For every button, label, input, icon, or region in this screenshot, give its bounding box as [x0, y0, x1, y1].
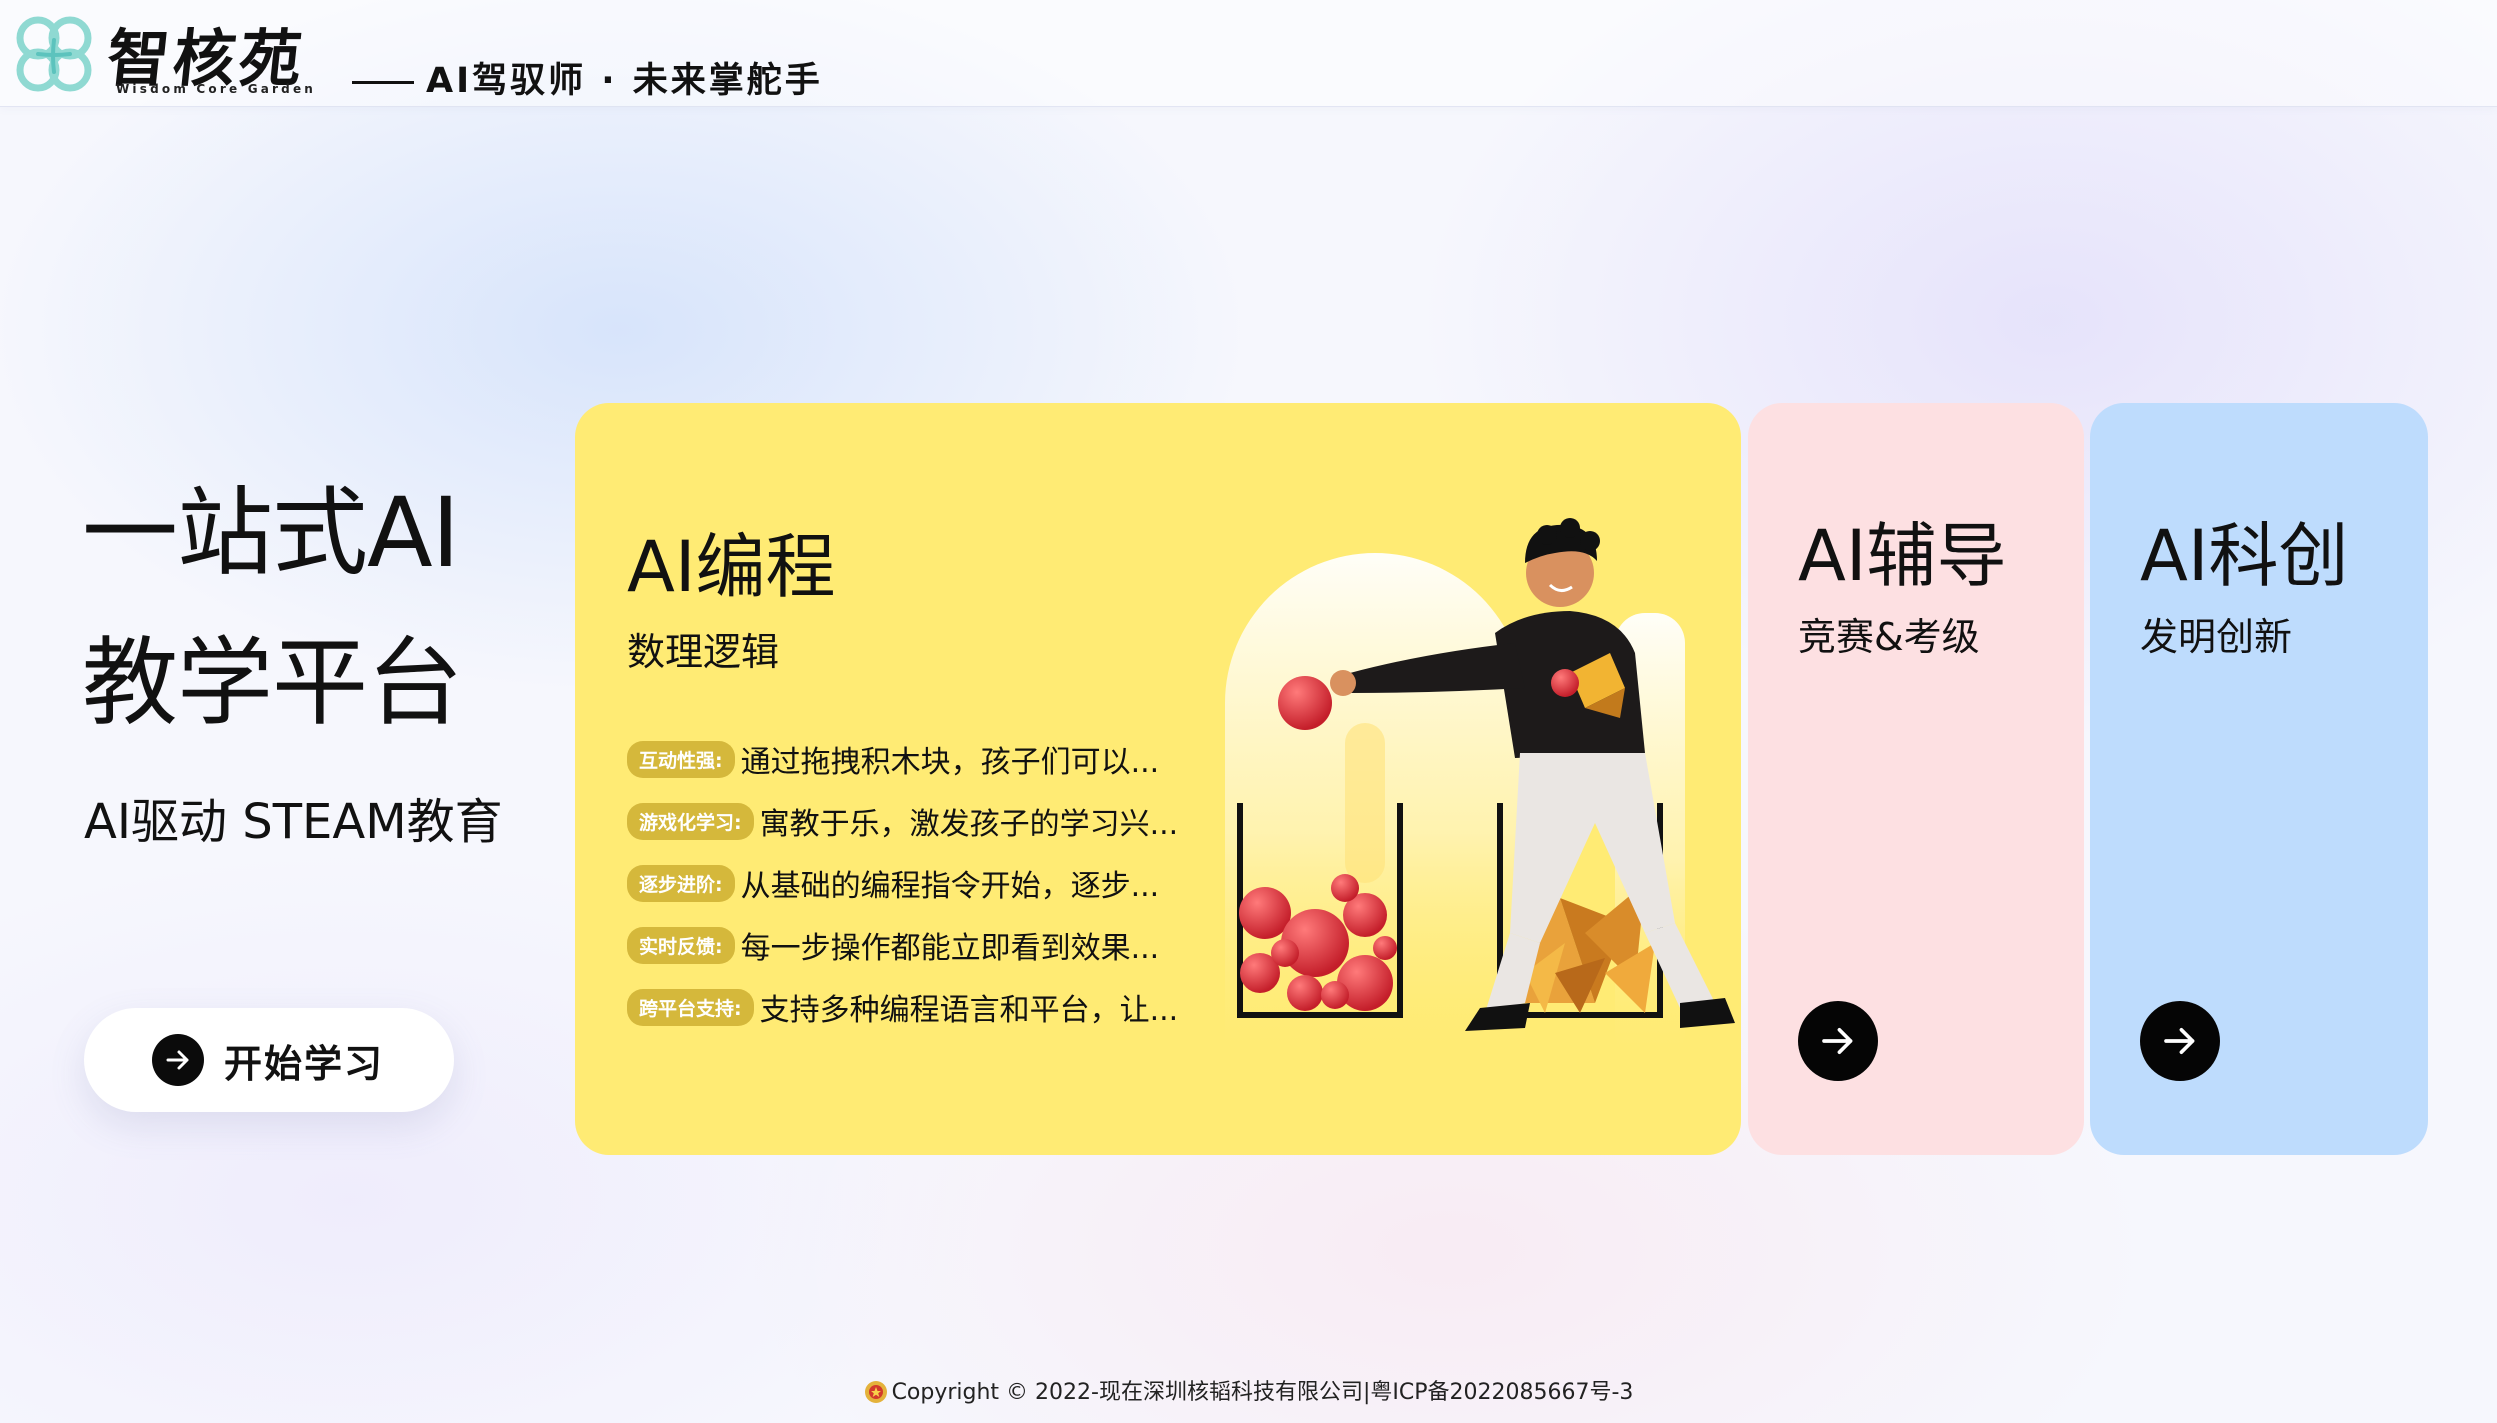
- card-subtitle: 竞赛&考级: [1798, 615, 1980, 659]
- logo-subtext: Wisdom Core Garden: [116, 82, 317, 96]
- card-ai-innovation[interactable]: AI科创 发明创新: [2090, 403, 2428, 1155]
- feature-item: 实时反馈: 每一步操作都能立即看到效果...: [627, 914, 1178, 976]
- card-ai-programming[interactable]: AI编程 数理逻辑 互动性强: 通过拖拽积木块，孩子们可以... 游戏化学习: …: [575, 403, 1741, 1155]
- hero-title-line1: 一站式AI: [82, 477, 460, 589]
- top-header: 智核苑 Wisdom Core Garden AI驾驭师 · 未来掌舵手: [0, 0, 2497, 107]
- feature-item: 跨平台支持: 支持多种编程语言和平台，让...: [627, 976, 1178, 1038]
- feature-item: 互动性强: 通过拖拽积木块，孩子们可以...: [627, 728, 1178, 790]
- feature-tag: 互动性强:: [627, 740, 735, 778]
- feature-tag: 游戏化学习:: [627, 802, 754, 840]
- logo-icon[interactable]: [8, 10, 100, 100]
- programming-illustration: [1225, 518, 1735, 1063]
- feature-text: 每一步操作都能立即看到效果...: [740, 931, 1160, 966]
- footer: Copyright © 2022-现在深圳核韬科技有限公司|粤ICP备20220…: [0, 1374, 2497, 1406]
- slogan-dash: [352, 80, 414, 84]
- start-learning-label: 开始学习: [224, 1041, 385, 1086]
- card-title: AI编程: [627, 526, 836, 608]
- feature-tag: 实时反馈:: [627, 926, 735, 964]
- card-title: AI科创: [2140, 515, 2349, 597]
- card-subtitle: 数理逻辑: [627, 630, 780, 674]
- feature-item: 逐步进阶: 从基础的编程指令开始，逐步...: [627, 852, 1178, 914]
- card-ai-tutoring[interactable]: AI辅导 竞赛&考级: [1748, 403, 2084, 1155]
- feature-text: 从基础的编程指令开始，逐步...: [740, 869, 1160, 904]
- feature-text: 通过拖拽积木块，孩子们可以...: [740, 745, 1160, 780]
- feature-item: 游戏化学习: 寓教于乐，激发孩子的学习兴...: [627, 790, 1178, 852]
- footer-copyright[interactable]: Copyright © 2022-现在深圳核韬科技有限公司|粤ICP备20220…: [892, 1380, 1634, 1405]
- arrow-right-icon[interactable]: [2140, 1001, 2220, 1081]
- arrow-right-icon[interactable]: [1798, 1001, 1878, 1081]
- slogan-text: AI驾驭师 · 未来掌舵手: [426, 61, 823, 101]
- police-badge-icon: [864, 1381, 887, 1403]
- card-subtitle: 发明创新: [2140, 615, 2293, 659]
- arrow-right-icon: [152, 1034, 204, 1086]
- feature-tag: 逐步进阶:: [627, 864, 735, 902]
- hero-title-line2: 教学平台: [82, 627, 463, 739]
- card-title: AI辅导: [1798, 515, 2007, 597]
- feature-list: 互动性强: 通过拖拽积木块，孩子们可以... 游戏化学习: 寓教于乐，激发孩子的…: [627, 728, 1178, 1038]
- feature-text: 支持多种编程语言和平台，让...: [759, 993, 1179, 1028]
- feature-tag: 跨平台支持:: [627, 988, 754, 1026]
- start-learning-button[interactable]: 开始学习: [84, 1008, 454, 1112]
- hero-subtitle: AI驱动 STEAM教育: [84, 794, 503, 850]
- feature-text: 寓教于乐，激发孩子的学习兴...: [759, 807, 1179, 842]
- slogan: AI驾驭师 · 未来掌舵手: [352, 52, 823, 103]
